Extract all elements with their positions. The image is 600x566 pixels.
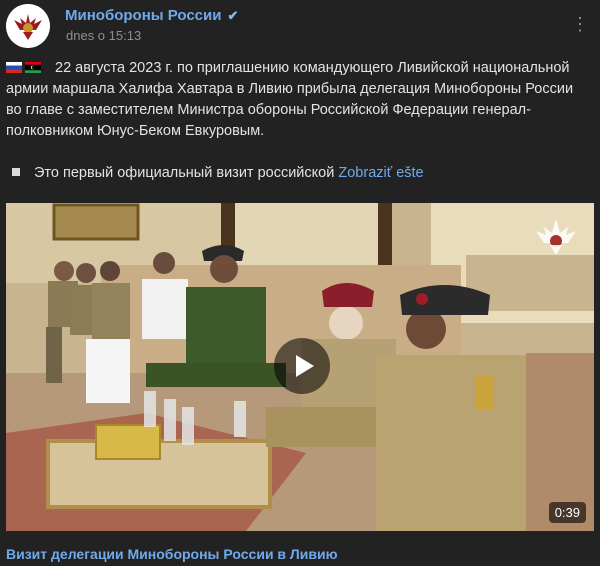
post-paragraph-1-text: 22 августа 2023 г. по приглашению команд… [6,60,574,139]
channel-avatar-emblem [6,4,50,48]
more-options-icon[interactable]: ⋮ [570,12,590,36]
channel-name[interactable]: Минобороны России [65,7,221,24]
bullet-icon [12,168,20,176]
video-player[interactable]: 0:39 [6,203,594,531]
post-paragraph-2-text: Это первый официальный визит российской [34,165,335,181]
play-icon [296,355,314,377]
verified-icon: ✔ [227,8,239,23]
channel-name-link[interactable]: Минобороны России ✔ [65,7,238,24]
show-more-link[interactable]: Zobraziť ešte [338,165,423,181]
post-time[interactable]: dnes o 15:13 [66,28,141,43]
channel-avatar[interactable] [6,4,50,48]
post-header: Минобороны России ✔ dnes o 15:13 ⋮ [0,0,600,50]
post-paragraph-2: Это первый официальный визит российской … [6,163,586,184]
post-text: 22 августа 2023 г. по приглашению команд… [6,58,586,184]
mod-watermark-icon [536,219,576,255]
post-paragraph-1: 22 августа 2023 г. по приглашению команд… [6,58,586,142]
play-button[interactable] [274,338,330,394]
video-title-link[interactable]: Визит делегации Минобороны России в Ливи… [6,546,338,562]
russia-flag-icon [6,62,22,73]
libya-flag-icon [25,62,41,73]
video-duration: 0:39 [548,502,586,523]
